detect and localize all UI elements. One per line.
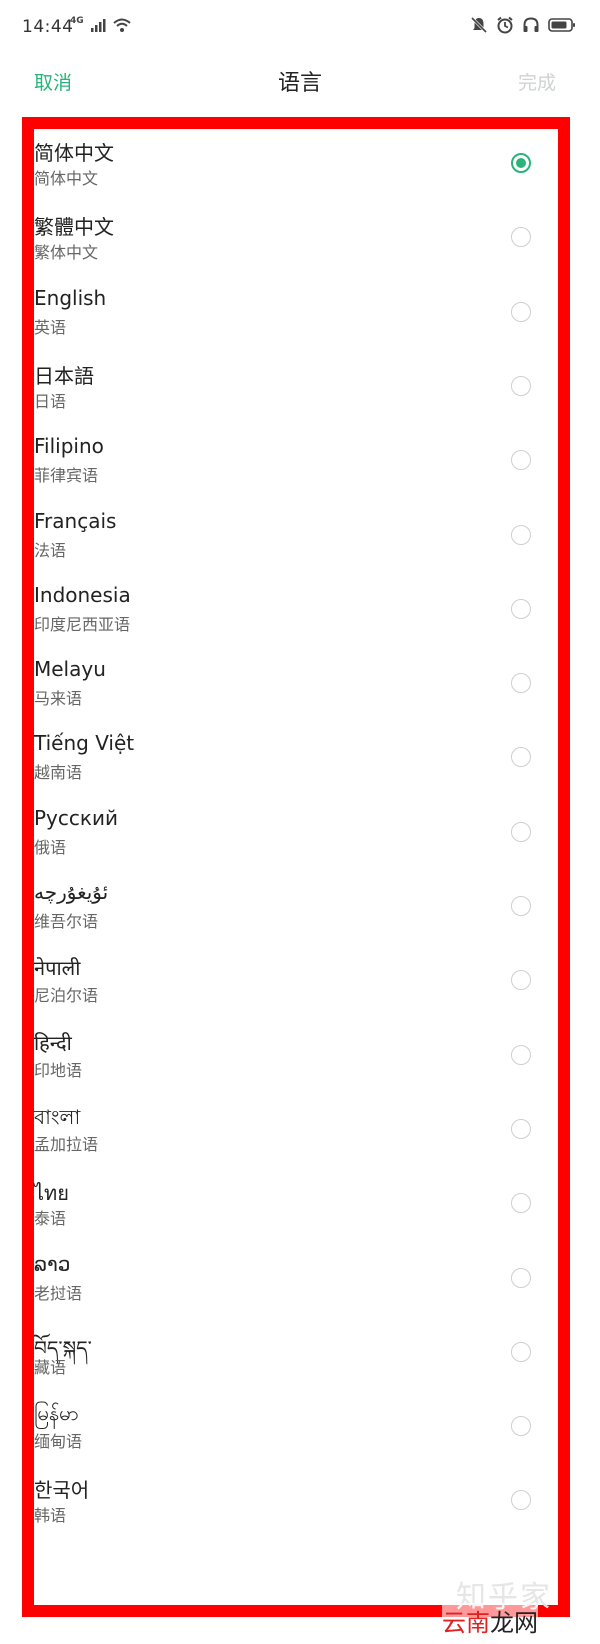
language-subtitle: 韩语	[34, 1506, 67, 1526]
language-subtitle: 老挝语	[34, 1283, 83, 1303]
language-name: 한국어	[34, 1478, 90, 1503]
language-item[interactable]: Indonesia 印度尼西亚语	[34, 577, 558, 654]
language-subtitle: 缅甸语	[34, 1432, 83, 1452]
radio-unchecked-icon[interactable]	[511, 450, 531, 471]
watermark-brand-prefix: 云南	[442, 1609, 490, 1637]
radio-unchecked-icon[interactable]	[511, 747, 531, 768]
status-left-icons: 4G	[70, 15, 132, 39]
radio-checked-icon[interactable]	[511, 153, 531, 173]
language-name: Tiếng Việt	[34, 731, 135, 756]
language-subtitle: 孟加拉语	[34, 1134, 99, 1154]
radio-unchecked-icon[interactable]	[511, 1118, 531, 1139]
done-button[interactable]: 完成	[518, 68, 556, 95]
radio-unchecked-icon[interactable]	[511, 970, 531, 991]
language-item[interactable]: नेपाली 尼泊尔语	[34, 948, 558, 1025]
signal-icon	[90, 17, 106, 37]
language-name: हिन्दी	[34, 1030, 72, 1055]
radio-unchecked-icon[interactable]	[511, 227, 531, 248]
radio-unchecked-icon[interactable]	[511, 375, 531, 396]
language-name: ئۇيغۇرچە	[34, 880, 109, 904]
language-name: Filipino	[34, 434, 104, 459]
radio-unchecked-icon[interactable]	[511, 524, 531, 545]
language-name: 日本語	[34, 363, 94, 388]
battery-icon	[548, 17, 576, 37]
language-name: Русский	[34, 805, 118, 830]
language-item[interactable]: বাংলা 孟加拉语	[34, 1097, 558, 1174]
watermark-brand-suffix: 龙网	[490, 1609, 538, 1637]
language-item[interactable]: Filipino 菲律宾语	[34, 428, 558, 505]
language-item[interactable]: Русский 俄语	[34, 800, 558, 877]
language-subtitle: 日语	[34, 391, 67, 411]
language-item[interactable]: Melayu 马来语	[34, 651, 558, 728]
language-item[interactable]: မြန်မာ 缅甸语	[34, 1394, 558, 1471]
radio-unchecked-icon[interactable]	[511, 1193, 531, 1214]
radio-unchecked-icon[interactable]	[511, 598, 531, 619]
language-name: ລາວ	[34, 1251, 71, 1276]
language-item[interactable]: Tiếng Việt 越南语	[34, 725, 558, 802]
language-item[interactable]: English 英语	[34, 280, 558, 357]
language-name: Melayu	[34, 657, 106, 682]
language-name: မြန်မာ	[34, 1401, 79, 1426]
watermark-brand: 云南龙网	[442, 1603, 538, 1638]
radio-unchecked-icon[interactable]	[511, 1267, 531, 1288]
radio-unchecked-icon[interactable]	[511, 673, 531, 694]
headphones-icon	[522, 16, 540, 38]
language-name: 简体中文	[34, 141, 114, 165]
radio-unchecked-icon[interactable]	[511, 821, 531, 842]
language-subtitle: 维吾尔语	[34, 912, 99, 931]
language-subtitle: 英语	[34, 317, 67, 337]
language-subtitle: 俄语	[34, 837, 67, 857]
language-item[interactable]: 简体中文 简体中文	[34, 131, 558, 208]
mute-icon	[470, 16, 488, 38]
language-item[interactable]: ລາວ 老挝语	[34, 1246, 558, 1323]
language-item[interactable]: 繁體中文 繁体中文	[34, 205, 558, 282]
radio-unchecked-icon[interactable]	[511, 1044, 531, 1065]
language-name: Français	[34, 508, 117, 533]
language-name: Indonesia	[34, 582, 131, 607]
language-item[interactable]: ئۇيغۇرچە 维吾尔语	[34, 874, 558, 951]
radio-unchecked-icon[interactable]	[511, 301, 531, 322]
wifi-icon	[112, 17, 132, 37]
language-list-frame: 简体中文 简体中文 繁體中文 繁体中文 English 英语 日本語 日语 Filipino 菲律…	[22, 117, 570, 1617]
language-item[interactable]: 한국어 韩语	[34, 1468, 558, 1545]
language-subtitle: 马来语	[34, 689, 83, 709]
language-subtitle: 繁体中文	[34, 243, 99, 263]
radio-unchecked-icon[interactable]	[511, 1490, 531, 1511]
language-subtitle: 泰语	[34, 1209, 67, 1229]
language-item[interactable]: Français 法语	[34, 503, 558, 580]
radio-unchecked-icon[interactable]	[511, 1341, 531, 1362]
language-subtitle: 印度尼西亚语	[34, 614, 131, 634]
radio-unchecked-icon[interactable]	[511, 896, 531, 916]
language-subtitle: 尼泊尔语	[34, 986, 99, 1006]
language-item[interactable]: ไทย 泰语	[34, 1171, 558, 1248]
language-subtitle: 法语	[34, 540, 67, 560]
status-time: 14:44	[22, 17, 74, 37]
language-subtitle: 菲律宾语	[34, 466, 99, 486]
language-item[interactable]: བོད་སྐད་ 藏语	[34, 1320, 558, 1397]
language-subtitle: 简体中文	[34, 169, 99, 188]
language-name: नेपाली	[34, 956, 81, 981]
alarm-icon	[496, 16, 514, 38]
language-name: 繁體中文	[34, 215, 114, 240]
language-item[interactable]: हिन्दी 印地语	[34, 1023, 558, 1100]
radio-unchecked-icon[interactable]	[511, 1416, 531, 1437]
status-right-icons	[470, 15, 576, 39]
language-item[interactable]: 日本語 日语	[34, 354, 558, 431]
network-label: 4G	[70, 16, 84, 26]
language-subtitle: 越南语	[34, 763, 83, 783]
language-subtitle: 藏语	[34, 1357, 67, 1377]
language-subtitle: 印地语	[34, 1060, 83, 1080]
language-name: English	[34, 285, 107, 310]
page-title: 语言	[277, 71, 322, 96]
status-bar: 14:44 4G	[0, 0, 600, 56]
nav-bar: 取消 语言 完成	[0, 56, 600, 116]
